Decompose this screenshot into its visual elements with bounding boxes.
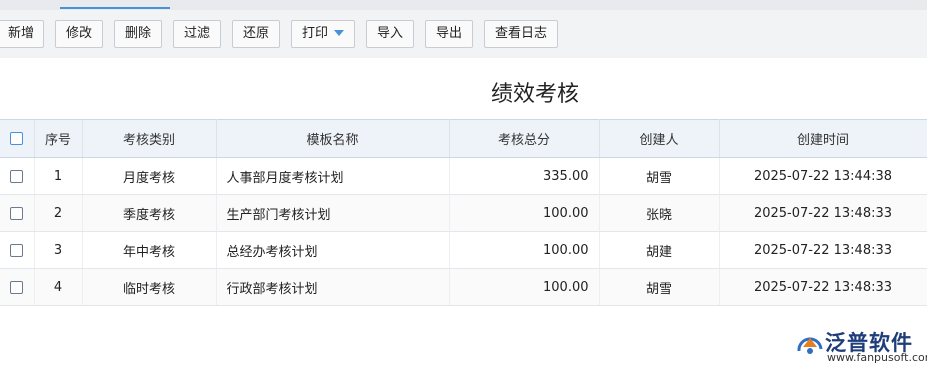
row-select-cell[interactable] — [0, 194, 35, 232]
cell-creator: 胡雪 — [599, 157, 720, 195]
data-table: 序号 考核类别 模板名称 考核总分 创建人 创建时间 1 月度考核 人事部月度考… — [0, 119, 927, 306]
cell-template-link[interactable]: 生产部门考核计划 — [216, 194, 450, 232]
import-button[interactable]: 导入 — [366, 20, 414, 48]
fanpu-logo-icon — [797, 337, 823, 354]
table-row[interactable]: 4 临时考核 行政部考核计划 100.00 胡雪 2025-07-22 13:4… — [0, 268, 927, 306]
toolbar: 新增 修改 删除 过滤 还原 打印 导入 导出 查看日志 — [0, 10, 927, 58]
cell-no: 2 — [34, 194, 83, 232]
cell-score: 100.00 — [449, 231, 600, 269]
select-all-checkbox[interactable] — [10, 132, 24, 145]
column-header-time[interactable]: 创建时间 — [719, 119, 927, 158]
cell-no: 3 — [34, 231, 83, 269]
row-select-cell[interactable] — [0, 157, 35, 195]
row-select-cell[interactable] — [0, 231, 35, 269]
row-checkbox[interactable] — [10, 280, 24, 294]
row-checkbox[interactable] — [10, 206, 24, 220]
table-row[interactable]: 1 月度考核 人事部月度考核计划 335.00 胡雪 2025-07-22 13… — [0, 157, 927, 195]
column-header-template[interactable]: 模板名称 — [216, 119, 450, 158]
cell-score: 335.00 — [449, 157, 600, 195]
page-title: 绩效考核 — [490, 82, 579, 107]
row-checkbox[interactable] — [10, 169, 24, 183]
cell-time: 2025-07-22 13:44:38 — [719, 157, 927, 195]
cell-category: 临时考核 — [82, 268, 217, 306]
cell-category: 月度考核 — [82, 157, 217, 195]
column-header-category[interactable]: 考核类别 — [82, 119, 217, 158]
export-button[interactable]: 导出 — [425, 20, 473, 48]
top-tab-strip — [0, 0, 927, 10]
cell-score: 100.00 — [449, 268, 600, 306]
fanpu-logo: 泛普软件 www.fanpusoft.com — [795, 327, 927, 367]
cell-template-link[interactable]: 人事部月度考核计划 — [216, 157, 450, 195]
cell-score: 100.00 — [449, 194, 600, 232]
cell-creator: 张晓 — [599, 194, 720, 232]
cell-template-link[interactable]: 总经办考核计划 — [216, 231, 450, 269]
cell-time: 2025-07-22 13:48:33 — [719, 231, 927, 269]
add-button[interactable]: 新增 — [0, 20, 44, 48]
delete-button[interactable]: 删除 — [114, 20, 162, 48]
table-row[interactable]: 3 年中考核 总经办考核计划 100.00 胡建 2025-07-22 13:4… — [0, 231, 927, 269]
cell-time: 2025-07-22 13:48:33 — [719, 268, 927, 306]
cell-template-link[interactable]: 行政部考核计划 — [216, 268, 450, 306]
cell-creator: 胡雪 — [599, 268, 720, 306]
view-log-button[interactable]: 查看日志 — [484, 20, 558, 48]
print-label: 打印 — [301, 26, 328, 41]
column-header-creator[interactable]: 创建人 — [599, 119, 720, 158]
restore-button[interactable]: 还原 — [232, 20, 280, 48]
column-header-score[interactable]: 考核总分 — [449, 119, 600, 158]
cell-no: 1 — [34, 157, 83, 195]
row-checkbox[interactable] — [10, 243, 24, 257]
print-button[interactable]: 打印 — [291, 20, 355, 48]
logo-url: www.fanpusoft.com — [827, 351, 927, 364]
cell-no: 4 — [34, 268, 83, 306]
cell-creator: 胡建 — [599, 231, 720, 269]
active-tab-indicator — [60, 7, 170, 9]
table-row[interactable]: 2 季度考核 生产部门考核计划 100.00 张晓 2025-07-22 13:… — [0, 194, 927, 232]
select-all-cell[interactable] — [0, 119, 35, 158]
table-header-row: 序号 考核类别 模板名称 考核总分 创建人 创建时间 — [0, 119, 927, 158]
cell-category: 年中考核 — [82, 231, 217, 269]
chevron-down-icon — [334, 29, 344, 36]
filter-button[interactable]: 过滤 — [173, 20, 221, 48]
cell-category: 季度考核 — [82, 194, 217, 232]
cell-time: 2025-07-22 13:48:33 — [719, 194, 927, 232]
row-select-cell[interactable] — [0, 268, 35, 306]
edit-button[interactable]: 修改 — [55, 20, 103, 48]
column-header-no[interactable]: 序号 — [34, 119, 83, 158]
